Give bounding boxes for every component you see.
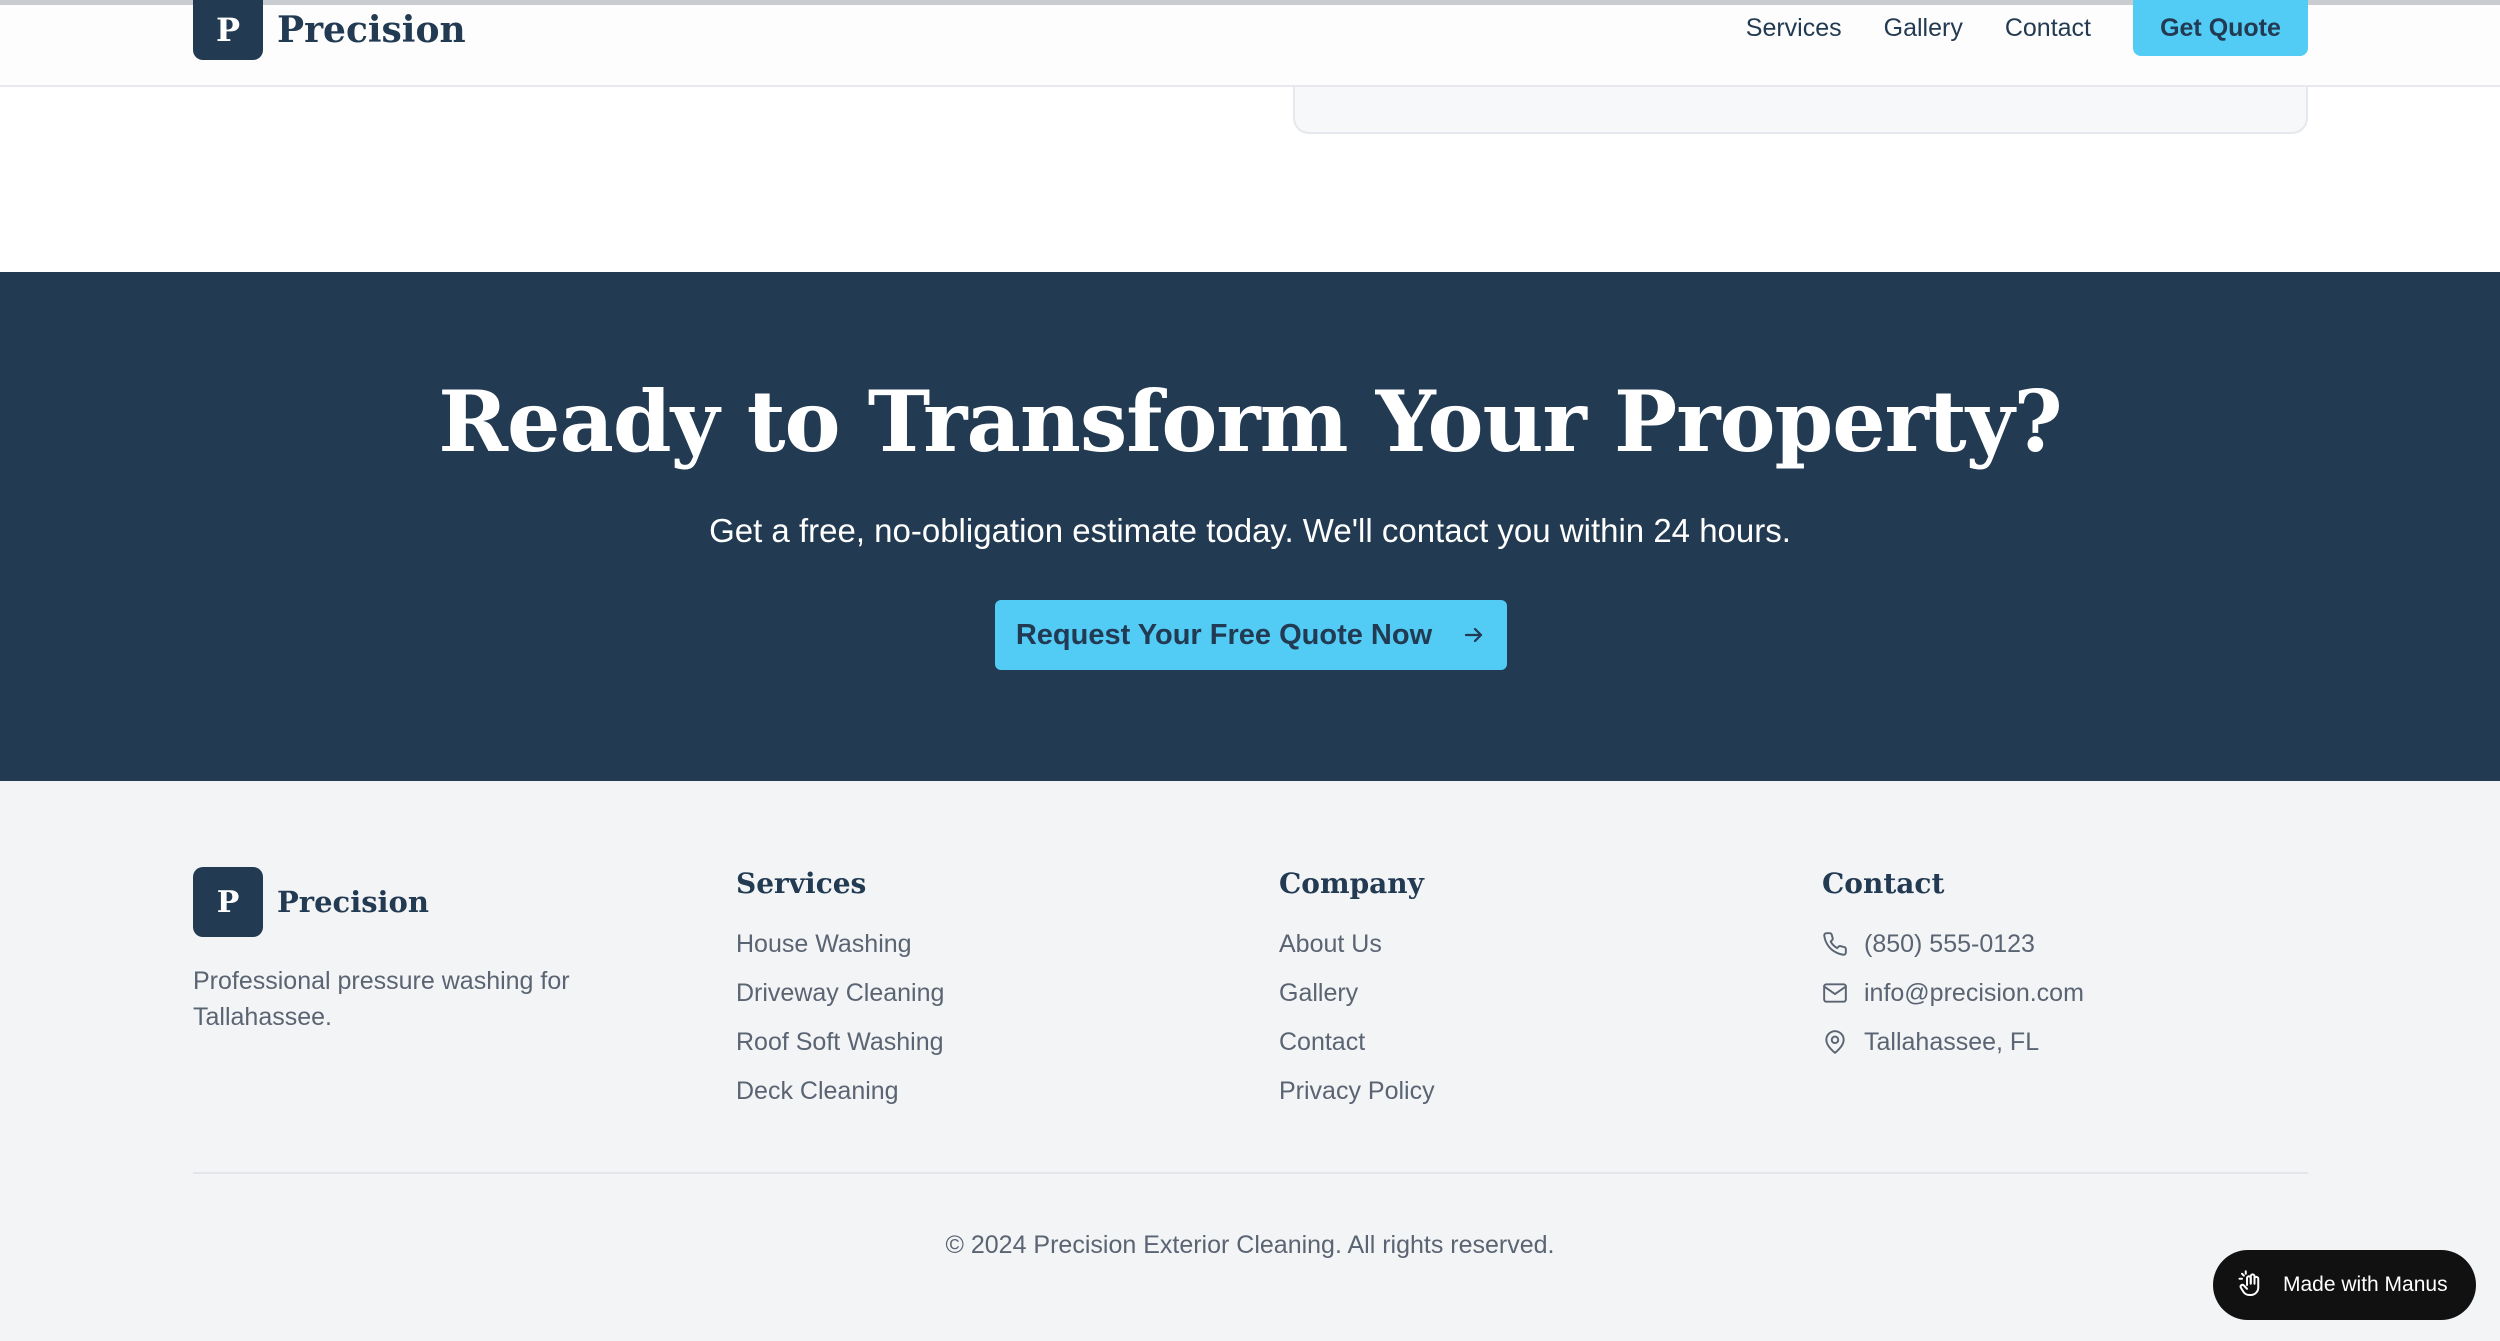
nav-gallery-link[interactable]: Gallery: [1884, 14, 1963, 43]
footer-services-heading: Services: [736, 867, 867, 900]
request-quote-label: Request Your Free Quote Now: [1015, 618, 1433, 651]
footer-link-gallery[interactable]: Gallery: [1279, 978, 1435, 1027]
footer-logo-mark: P: [193, 867, 263, 937]
footer-link-roof-soft-washing[interactable]: Roof Soft Washing: [736, 1027, 944, 1076]
footer-phone[interactable]: (850) 555-0123: [1822, 929, 2084, 978]
mail-icon: [1823, 983, 1847, 1003]
footer-company-column: Company About Us Gallery Contact Privacy…: [1279, 867, 1435, 1125]
footer-brand: P Precision Professional pressure washin…: [193, 867, 633, 1035]
main-nav: Services Gallery Contact Get Quote: [1746, 0, 2308, 56]
nav-services-link[interactable]: Services: [1746, 14, 1842, 43]
footer-brand-name: Precision: [277, 885, 429, 919]
footer-link-contact[interactable]: Contact: [1279, 1027, 1435, 1076]
get-quote-button[interactable]: Get Quote: [2133, 0, 2308, 56]
footer-contact-list: (850) 555-0123 info@precision.com Tallah…: [1822, 929, 2084, 1076]
phone-text: (850) 555-0123: [1864, 930, 2035, 958]
arrow-right-icon: [1465, 627, 1483, 643]
made-with-manus-badge[interactable]: Made with Manus: [2213, 1250, 2476, 1320]
map-pin-icon: [1825, 1030, 1845, 1054]
footer-logo[interactable]: P Precision: [193, 867, 633, 937]
nav-contact-link[interactable]: Contact: [2005, 14, 2091, 43]
footer-tagline: Professional pressure washing for Tallah…: [193, 967, 570, 1031]
cta-title: Ready to Transform Your Property?: [438, 372, 2063, 471]
copyright-text: © 2024 Precision Exterior Cleaning. All …: [945, 1231, 1555, 1259]
footer-contact-column: Contact (850) 555-0123 info@precision.co…: [1822, 867, 2084, 1076]
site-header: P Precision Services Gallery Contact Get…: [0, 0, 2500, 87]
footer-services-column: Services House Washing Driveway Cleaning…: [736, 867, 944, 1125]
phone-icon: [1823, 932, 1847, 956]
footer-link-house-washing[interactable]: House Washing: [736, 929, 944, 978]
footer-link-deck-cleaning[interactable]: Deck Cleaning: [736, 1076, 944, 1125]
footer-divider: [193, 1172, 2308, 1174]
badge-label: Made with Manus: [2283, 1273, 2448, 1296]
request-quote-button[interactable]: Request Your Free Quote Now: [995, 600, 1507, 670]
footer-location: Tallahassee, FL: [1822, 1027, 2084, 1076]
cta-subtitle: Get a free, no-obligation estimate today…: [709, 512, 1791, 549]
logo-mark: P: [193, 0, 263, 60]
manus-hand-icon: [2238, 1270, 2260, 1296]
footer-link-about-us[interactable]: About Us: [1279, 929, 1435, 978]
cta-section: Ready to Transform Your Property? Get a …: [0, 272, 2500, 781]
footer-contact-heading: Contact: [1822, 867, 1945, 900]
footer-company-list: About Us Gallery Contact Privacy Policy: [1279, 929, 1435, 1125]
email-text: info@precision.com: [1864, 979, 2084, 1007]
footer-link-driveway-cleaning[interactable]: Driveway Cleaning: [736, 978, 944, 1027]
location-text: Tallahassee, FL: [1864, 1028, 2040, 1056]
page: P Precision Services Gallery Contact Get…: [0, 0, 2500, 1341]
site-footer: P Precision Professional pressure washin…: [0, 781, 2500, 1341]
header-logo[interactable]: P Precision: [193, 0, 466, 60]
footer-services-list: House Washing Driveway Cleaning Roof Sof…: [736, 929, 944, 1125]
footer-link-privacy-policy[interactable]: Privacy Policy: [1279, 1076, 1435, 1125]
footer-company-heading: Company: [1279, 867, 1424, 900]
brand-name: Precision: [277, 9, 466, 51]
footer-email[interactable]: info@precision.com: [1822, 978, 2084, 1027]
